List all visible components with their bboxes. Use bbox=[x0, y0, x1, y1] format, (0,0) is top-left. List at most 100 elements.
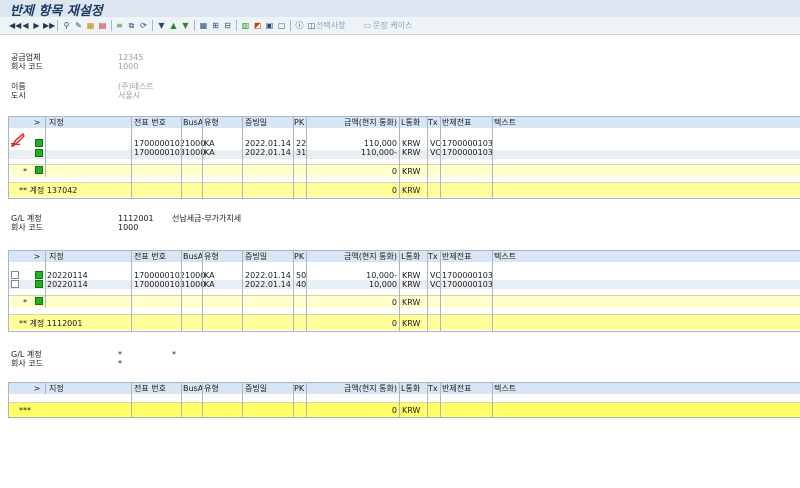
subtotal-amount: 0 bbox=[391, 298, 397, 307]
doc2-icon[interactable]: ▢ bbox=[276, 20, 287, 31]
account-total-label: ** 계정 137042 bbox=[19, 186, 78, 195]
sort-desc-icon[interactable]: ▼ bbox=[180, 20, 191, 31]
row-select-checkbox[interactable] bbox=[11, 271, 19, 279]
company-code-value: 1000 bbox=[118, 62, 139, 71]
col-header-doc-date[interactable]: 증빙일 bbox=[245, 384, 295, 393]
col-header-text[interactable]: 텍스트 bbox=[494, 118, 554, 127]
cell-clearing-doc: 1700000103 bbox=[442, 148, 493, 157]
col-header-doc-number[interactable]: 전표 번호 bbox=[134, 252, 184, 261]
vendor-value: 12345 bbox=[118, 53, 144, 62]
gl-account-label: G/L 계정 bbox=[11, 214, 42, 223]
company-code-label: 회사 코드 bbox=[11, 62, 43, 71]
col-header-type[interactable]: 유형 bbox=[204, 384, 234, 393]
vendor-label: 공급업체 bbox=[11, 53, 41, 62]
cell-amount: 110,000 bbox=[363, 139, 397, 148]
items-table-gl-1112001: > 지정 전표 번호 BusA 유형 증빙일 PK 금액(현지 통화) L통화 … bbox=[8, 250, 800, 332]
document-case-button[interactable]: 문장 케이스 bbox=[373, 20, 412, 31]
cell-assignment: 20220114 bbox=[47, 271, 88, 280]
doc-icon[interactable]: ▣ bbox=[264, 20, 275, 31]
refresh-icon[interactable]: ⟳ bbox=[138, 20, 149, 31]
col-header-expand[interactable]: > bbox=[31, 384, 43, 393]
items-table-grand-total: > 지정 전표 번호 BusA 유형 증빙일 PK 금액(현지 통화) L통화 … bbox=[8, 382, 800, 418]
toolbar-separator bbox=[111, 20, 112, 31]
status-green-icon bbox=[35, 297, 43, 305]
document-icon[interactable]: ▭ bbox=[362, 20, 373, 31]
layout-icon[interactable]: ▦ bbox=[85, 20, 96, 31]
subtotal-amount: 0 bbox=[391, 167, 397, 176]
cell-currency: KRW bbox=[402, 148, 421, 157]
col-header-clearing-doc[interactable]: 반제전표 bbox=[442, 118, 492, 127]
cell-currency: KRW bbox=[402, 280, 421, 289]
sort-asc-icon[interactable]: ▲ bbox=[168, 20, 179, 31]
col-header-doc-number[interactable]: 전표 번호 bbox=[134, 118, 184, 127]
status-green-icon bbox=[35, 139, 43, 147]
city-value: 서울시 bbox=[118, 91, 141, 100]
gl-account-value: 1112001 bbox=[118, 214, 154, 223]
cell-doc-date: 2022.01.14 bbox=[245, 139, 291, 148]
table-remove-icon[interactable]: ⊟ bbox=[222, 20, 233, 31]
chart-icon[interactable]: ▥ bbox=[240, 20, 251, 31]
cell-clearing-doc: 1700000103 bbox=[442, 139, 493, 148]
filter-icon[interactable]: ▼ bbox=[156, 20, 167, 31]
cell-pk: 22 bbox=[296, 139, 307, 148]
col-header-clearing-doc[interactable]: 반제전표 bbox=[442, 384, 492, 393]
pencil-icon[interactable]: ✎ bbox=[73, 20, 84, 31]
next-page-button[interactable]: ▶ bbox=[32, 20, 41, 31]
col-header-amount[interactable]: 금액(현지 통화) bbox=[307, 384, 397, 393]
first-page-button[interactable]: ◀◀ bbox=[9, 20, 21, 31]
table-icon[interactable]: ▦ bbox=[198, 20, 209, 31]
col-header-expand[interactable]: > bbox=[31, 252, 43, 261]
grid-icon[interactable]: ▤ bbox=[97, 20, 108, 31]
cell-amount: 110,000- bbox=[361, 148, 397, 157]
col-header-assignment[interactable]: 지정 bbox=[49, 384, 129, 393]
col-header-type[interactable]: 유형 bbox=[204, 252, 234, 261]
subtotal-marker: * bbox=[23, 298, 27, 307]
toolbar-separator bbox=[57, 20, 58, 31]
grand-total-currency: KRW bbox=[402, 406, 421, 415]
gl-account-label: G/L 계정 bbox=[11, 350, 42, 359]
cell-assignment: 20220114 bbox=[47, 280, 88, 289]
company-code-label: 회사 코드 bbox=[11, 359, 43, 368]
glasses-icon[interactable]: ⚲ bbox=[61, 20, 72, 31]
col-header-assignment[interactable]: 지정 bbox=[49, 118, 129, 127]
company-code-value: * bbox=[118, 359, 122, 368]
col-header-text[interactable]: 텍스트 bbox=[494, 384, 554, 393]
col-header-text[interactable]: 텍스트 bbox=[494, 252, 554, 261]
col-header-type[interactable]: 유형 bbox=[204, 118, 234, 127]
previous-page-button[interactable]: ◀ bbox=[21, 20, 30, 31]
cell-type: KA bbox=[204, 271, 215, 280]
gl-account-description: 선납세금-부가가치세 bbox=[172, 214, 242, 223]
company-code-label: 회사 코드 bbox=[11, 223, 43, 232]
cell-clearing-doc: 1700000103 bbox=[442, 271, 493, 280]
col-header-expand[interactable]: > bbox=[31, 118, 43, 127]
stack-icon[interactable]: ≡ bbox=[114, 20, 125, 31]
col-header-clearing-doc[interactable]: 반제전표 bbox=[442, 252, 492, 261]
name-label: 이름 bbox=[11, 82, 26, 91]
table-add-icon[interactable]: ⊞ bbox=[210, 20, 221, 31]
col-header-amount[interactable]: 금액(현지 통화) bbox=[307, 252, 397, 261]
cell-type: KA bbox=[204, 148, 215, 157]
row-select-checkbox[interactable] bbox=[11, 280, 19, 288]
account-total-amount: 0 bbox=[391, 186, 397, 195]
account-total-currency: KRW bbox=[402, 319, 421, 328]
subtotal-marker: * bbox=[23, 167, 27, 176]
col-header-doc-date[interactable]: 증빙일 bbox=[245, 118, 295, 127]
color-icon[interactable]: ◩ bbox=[252, 20, 263, 31]
account-total-currency: KRW bbox=[402, 186, 421, 195]
col-header-doc-number[interactable]: 전표 번호 bbox=[134, 384, 184, 393]
col-header-doc-date[interactable]: 증빙일 bbox=[245, 252, 295, 261]
cell-doc-number: 1700000103 bbox=[134, 280, 185, 289]
account-total-amount: 0 bbox=[391, 319, 397, 328]
cell-pk: 40 bbox=[296, 280, 307, 289]
selection-button[interactable]: 선택사항 bbox=[316, 20, 345, 31]
name-value: (주)테스트 bbox=[118, 82, 154, 91]
items-table-vendor: > 지정 전표 번호 BusA 유형 증빙일 PK 금액(현지 통화) L통화 … bbox=[8, 116, 800, 199]
col-header-assignment[interactable]: 지정 bbox=[49, 252, 129, 261]
city-label: 도시 bbox=[11, 91, 26, 100]
col-header-amount[interactable]: 금액(현지 통화) bbox=[307, 118, 397, 127]
info-icon[interactable]: ⓘ bbox=[294, 20, 305, 31]
cell-pk: 50 bbox=[296, 271, 307, 280]
last-page-button[interactable]: ▶▶ bbox=[43, 20, 55, 31]
toolbar-separator bbox=[236, 20, 237, 31]
copy-icon[interactable]: ⧉ bbox=[126, 20, 137, 31]
